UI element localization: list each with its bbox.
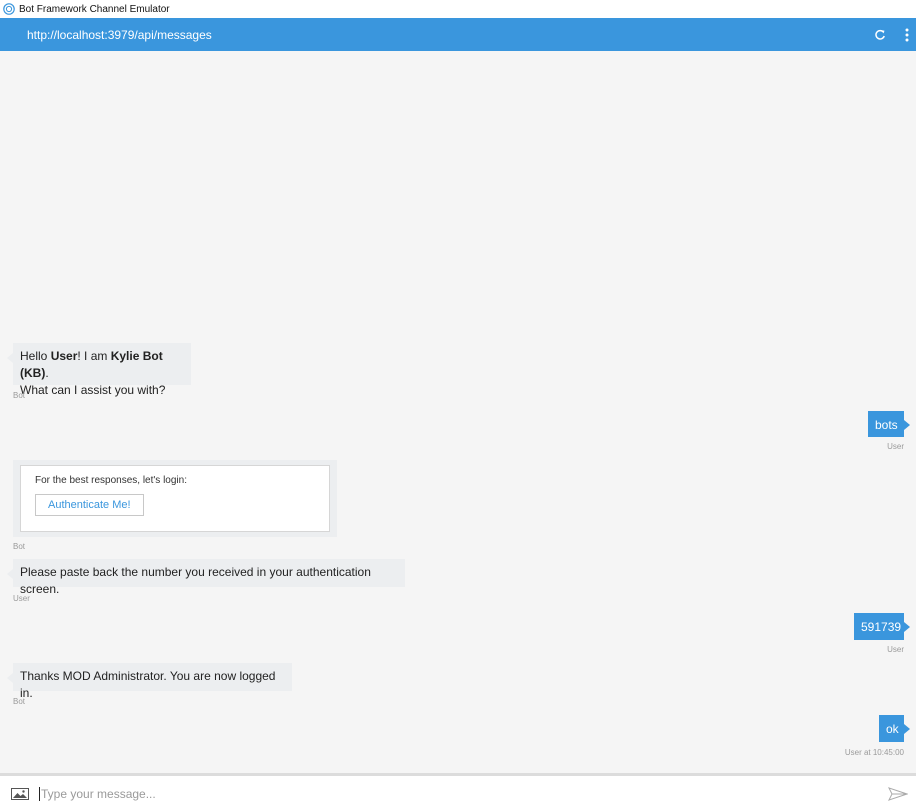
message-bot-greeting: Hello User! I am Kylie Bot (KB). What ca… xyxy=(7,343,191,397)
message-text: bots xyxy=(875,418,898,432)
authenticate-button[interactable]: Authenticate Me! xyxy=(35,494,144,516)
text-cursor xyxy=(39,786,40,801)
message-sender: Bot xyxy=(13,542,26,551)
greeting-line-2: What can I assist you with? xyxy=(20,383,166,397)
message-text: Thanks MOD Administrator. You are now lo… xyxy=(20,669,276,700)
greeting-text: . xyxy=(45,366,49,380)
app-logo-icon xyxy=(3,3,15,15)
message-sender: Bot xyxy=(13,391,26,400)
message-composer xyxy=(0,773,916,811)
message-user: 591739 xyxy=(854,613,910,640)
message-text: ok xyxy=(886,722,899,736)
vertical-ellipsis-icon xyxy=(905,28,909,41)
greeting-user-name: User xyxy=(50,349,78,363)
greeting-text: ! I am xyxy=(77,349,111,363)
endpoint-url[interactable]: http://localhost:3979/api/messages xyxy=(27,28,872,42)
window-titlebar: Bot Framework Channel Emulator xyxy=(0,0,916,18)
send-icon[interactable] xyxy=(888,786,908,801)
message-sender: User xyxy=(887,442,904,451)
message-text: 591739 xyxy=(861,620,902,634)
address-bar: http://localhost:3979/api/messages xyxy=(0,18,916,51)
message-sender: Bot xyxy=(13,697,26,706)
message-bot-logged-in: Thanks MOD Administrator. You are now lo… xyxy=(7,663,292,700)
chat-transcript[interactable]: Hello User! I am Kylie Bot (KB). What ca… xyxy=(0,51,916,773)
message-user: bots xyxy=(868,411,910,437)
signin-card: For the best responses, let's login: Aut… xyxy=(20,465,330,532)
message-timestamp: User at 10:45:00 xyxy=(844,748,904,757)
message-bot-instructions: Please paste back the number you receive… xyxy=(7,559,405,596)
message-input[interactable] xyxy=(41,784,878,803)
window-title: Bot Framework Channel Emulator xyxy=(19,3,170,15)
signin-card-text: For the best responses, let's login: xyxy=(35,475,187,486)
refresh-icon xyxy=(875,29,885,40)
refresh-button[interactable] xyxy=(872,27,888,43)
more-options-button[interactable] xyxy=(902,27,912,43)
greeting-text: Hello xyxy=(20,349,51,363)
greeting-line-1: Hello User! I am Kylie Bot (KB). xyxy=(20,348,184,382)
message-text: Please paste back the number you receive… xyxy=(20,565,371,596)
message-sender: User xyxy=(887,645,904,654)
message-bot-signin-card: For the best responses, let's login: Aut… xyxy=(13,460,337,537)
message-user: ok xyxy=(879,715,910,742)
upload-image-icon[interactable] xyxy=(11,787,29,800)
message-sender: User xyxy=(13,594,30,603)
